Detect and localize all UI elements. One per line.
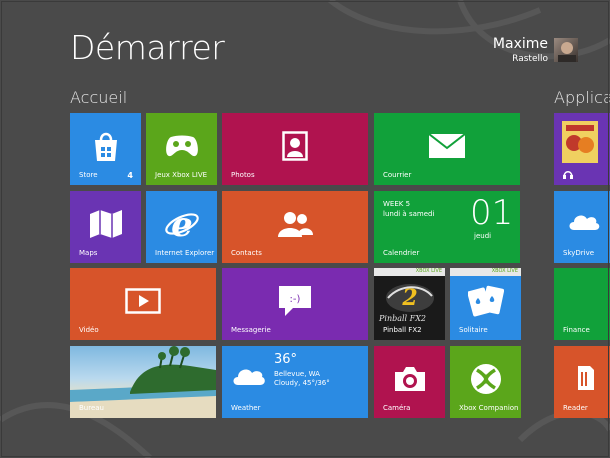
- tile-label: Weather: [231, 404, 261, 412]
- tile-xbox-companion[interactable]: Xbox Companion: [450, 346, 521, 418]
- xbox-logo-icon: [470, 364, 501, 395]
- tile-label: Bureau: [79, 404, 104, 412]
- xbox-live-tag: XBOX LIVE: [415, 268, 442, 274]
- cards-icon: [468, 285, 504, 317]
- calendar-week: WEEK 5: [383, 200, 411, 208]
- tile-courrier[interactable]: Courrier: [374, 113, 520, 185]
- user-photo-icon: [558, 42, 576, 62]
- tile-internet-explorer[interactable]: e Internet Explorer: [146, 191, 217, 263]
- avatar[interactable]: [554, 38, 578, 62]
- book-icon: [578, 366, 594, 390]
- tile-label: Solitaire: [459, 326, 488, 334]
- tile-label: Jeux Xbox LIVE: [155, 171, 208, 179]
- xbox-live-tag: XBOX LIVE: [491, 268, 518, 274]
- camera-icon: [394, 367, 425, 392]
- tile-video[interactable]: Vidéo: [70, 268, 216, 340]
- tile-solitaire[interactable]: XBOX LIVE Solitaire: [450, 268, 521, 340]
- tile-camera[interactable]: Caméra: [374, 346, 445, 418]
- tile-photos[interactable]: Photos: [222, 113, 368, 185]
- page-title: Démarrer: [70, 28, 225, 67]
- tile-pinball-fx2[interactable]: XBOX LIVE 2 Pinball FX2 Pinball FX2: [374, 268, 445, 340]
- svg-text:e: e: [171, 207, 193, 241]
- tile-label: Photos: [231, 171, 255, 179]
- movie-poster-icon: [562, 121, 598, 163]
- notification-badge: 4: [127, 171, 133, 180]
- cloud-weather-icon: [233, 369, 265, 385]
- tile-label: Messagerie: [231, 326, 271, 334]
- tile-label: Calendrier: [383, 249, 420, 257]
- tile-label: Pinball FX2: [383, 326, 422, 334]
- user-first-name[interactable]: Maxime: [493, 36, 548, 52]
- tile-xbox-games[interactable]: Jeux Xbox LIVE: [146, 113, 217, 185]
- tile-messagerie[interactable]: :-) Messagerie: [222, 268, 368, 340]
- weather-condition: Cloudy, 45°/36°: [274, 379, 330, 387]
- tile-contacts[interactable]: Contacts: [222, 191, 368, 263]
- mail-icon: [429, 134, 465, 159]
- gamepad-icon: [165, 135, 198, 157]
- internet-explorer-icon: e: [164, 207, 199, 241]
- tile-label: Internet Explorer: [155, 249, 215, 257]
- photos-icon: [282, 131, 308, 161]
- tile-label: Store: [79, 171, 98, 179]
- tile-store[interactable]: Store 4: [70, 113, 141, 185]
- tile-reader[interactable]: Reader: [554, 346, 610, 418]
- tile-label: SkyDrive: [563, 249, 595, 257]
- tile-calendrier[interactable]: WEEK 5 lundi à samedi 01 jeudi Calendrie…: [374, 191, 520, 263]
- calendar-days: lundi à samedi: [383, 210, 435, 218]
- calendar-date: 01: [470, 193, 514, 233]
- tile-label: Vidéo: [79, 326, 99, 334]
- map-icon: [89, 210, 122, 239]
- tile-label: Xbox Companion: [459, 404, 519, 412]
- group-label-applications[interactable]: Applicat: [554, 88, 610, 107]
- user-last-name[interactable]: Rastello: [512, 54, 548, 64]
- headphones-icon: [563, 171, 573, 179]
- group-label-accueil[interactable]: Accueil: [70, 88, 127, 107]
- tile-label: Courrier: [383, 171, 412, 179]
- tile-app-movie[interactable]: [554, 113, 610, 185]
- store-bag-icon: [94, 132, 117, 162]
- tile-label: Contacts: [231, 249, 262, 257]
- weather-temperature: 36°: [274, 352, 298, 367]
- tile-label: Finance: [563, 326, 590, 334]
- tile-maps[interactable]: Maps: [70, 191, 141, 263]
- tile-finance[interactable]: Finance: [554, 268, 610, 340]
- cloud-icon: [569, 215, 600, 230]
- people-icon: [278, 212, 313, 238]
- tile-weather[interactable]: 36° Bellevue, WA Cloudy, 45°/36° Weather: [222, 346, 368, 418]
- weather-city: Bellevue, WA: [274, 370, 320, 378]
- tile-label: Reader: [563, 404, 588, 412]
- message-bubble-icon: :-): [279, 286, 311, 317]
- video-play-icon: [125, 288, 161, 314]
- tile-skydrive[interactable]: SkyDrive: [554, 191, 610, 263]
- tile-bureau[interactable]: Bureau: [70, 346, 216, 418]
- tile-label: Maps: [79, 249, 98, 257]
- pinball-logo-text: Pinball FX2: [379, 314, 426, 323]
- tile-label: Caméra: [383, 404, 411, 412]
- calendar-weekday: jeudi: [474, 232, 492, 240]
- svg-text::-): :-): [290, 294, 301, 305]
